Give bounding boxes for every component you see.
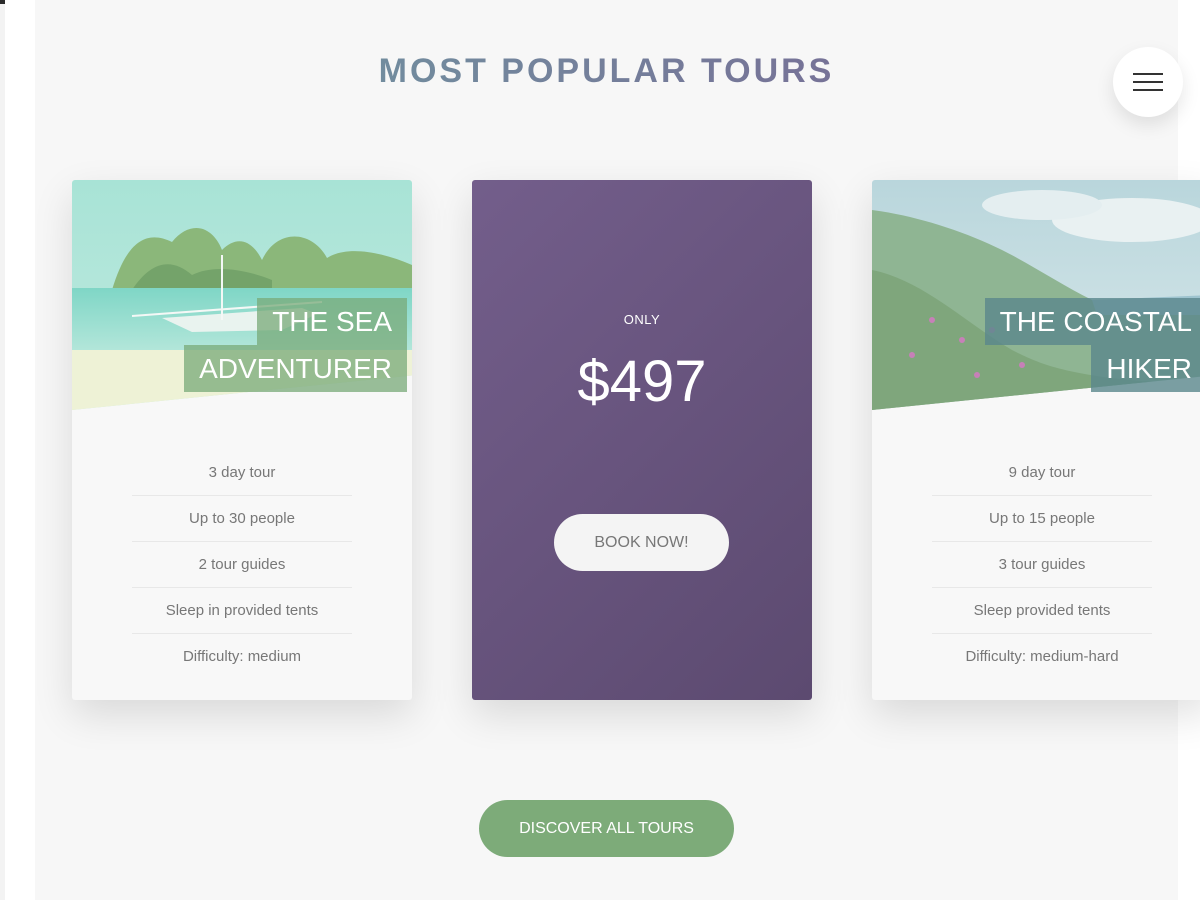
tour-detail-guides: 2 tour guides (132, 542, 352, 588)
tour-heading: THE COASTAL HIKER (984, 298, 1200, 392)
tours-section: MOST POPULAR TOURS THE SEA ADVENTURER 3 … (35, 0, 1200, 900)
tour-heading-line1: THE COASTAL (984, 298, 1200, 345)
tour-card-sea-adventurer: THE SEA ADVENTURER 3 day tour Up to 30 p… (72, 180, 412, 700)
tour-detail-sleep: Sleep in provided tents (132, 588, 352, 634)
discover-all-tours-button[interactable]: DISCOVER ALL TOURS (479, 800, 734, 857)
rail-marker (0, 0, 5, 4)
tour-heading-line1: THE SEA (257, 298, 407, 345)
tour-detail-group-size: Up to 30 people (132, 496, 352, 542)
menu-button[interactable] (1113, 47, 1183, 117)
tour-detail-difficulty: Difficulty: medium-hard (965, 648, 1119, 665)
tour-detail-group-size: Up to 15 people (932, 496, 1152, 542)
book-now-button[interactable]: BOOK NOW! (554, 514, 729, 571)
price-value: $497 (577, 349, 707, 414)
tour-heading: THE SEA ADVENTURER (184, 298, 407, 392)
left-scroll-rail (0, 0, 5, 900)
tour-heading-line2: HIKER (1091, 345, 1200, 392)
tour-detail-difficulty: Difficulty: medium (182, 648, 302, 665)
tour-details-list: 3 day tour Up to 30 people 2 tour guides… (132, 450, 352, 680)
tour-detail-sleep: Sleep provided tents (932, 588, 1152, 634)
tour-detail-duration: 9 day tour (932, 450, 1152, 496)
tour-price-card: ONLY $497 BOOK NOW! (472, 180, 812, 700)
section-title: MOST POPULAR TOURS (35, 52, 1178, 91)
hamburger-menu-icon (1133, 73, 1163, 91)
tour-detail-guides: 3 tour guides (932, 542, 1152, 588)
tour-heading-line2: ADVENTURER (184, 345, 407, 392)
tour-details-list: 9 day tour Up to 15 people 3 tour guides… (932, 450, 1152, 680)
price-only-label: ONLY (623, 312, 661, 327)
tour-card-coastal-hiker: THE COASTAL HIKER 9 day tour Up to 15 pe… (872, 180, 1200, 700)
tour-detail-duration: 3 day tour (132, 450, 352, 496)
